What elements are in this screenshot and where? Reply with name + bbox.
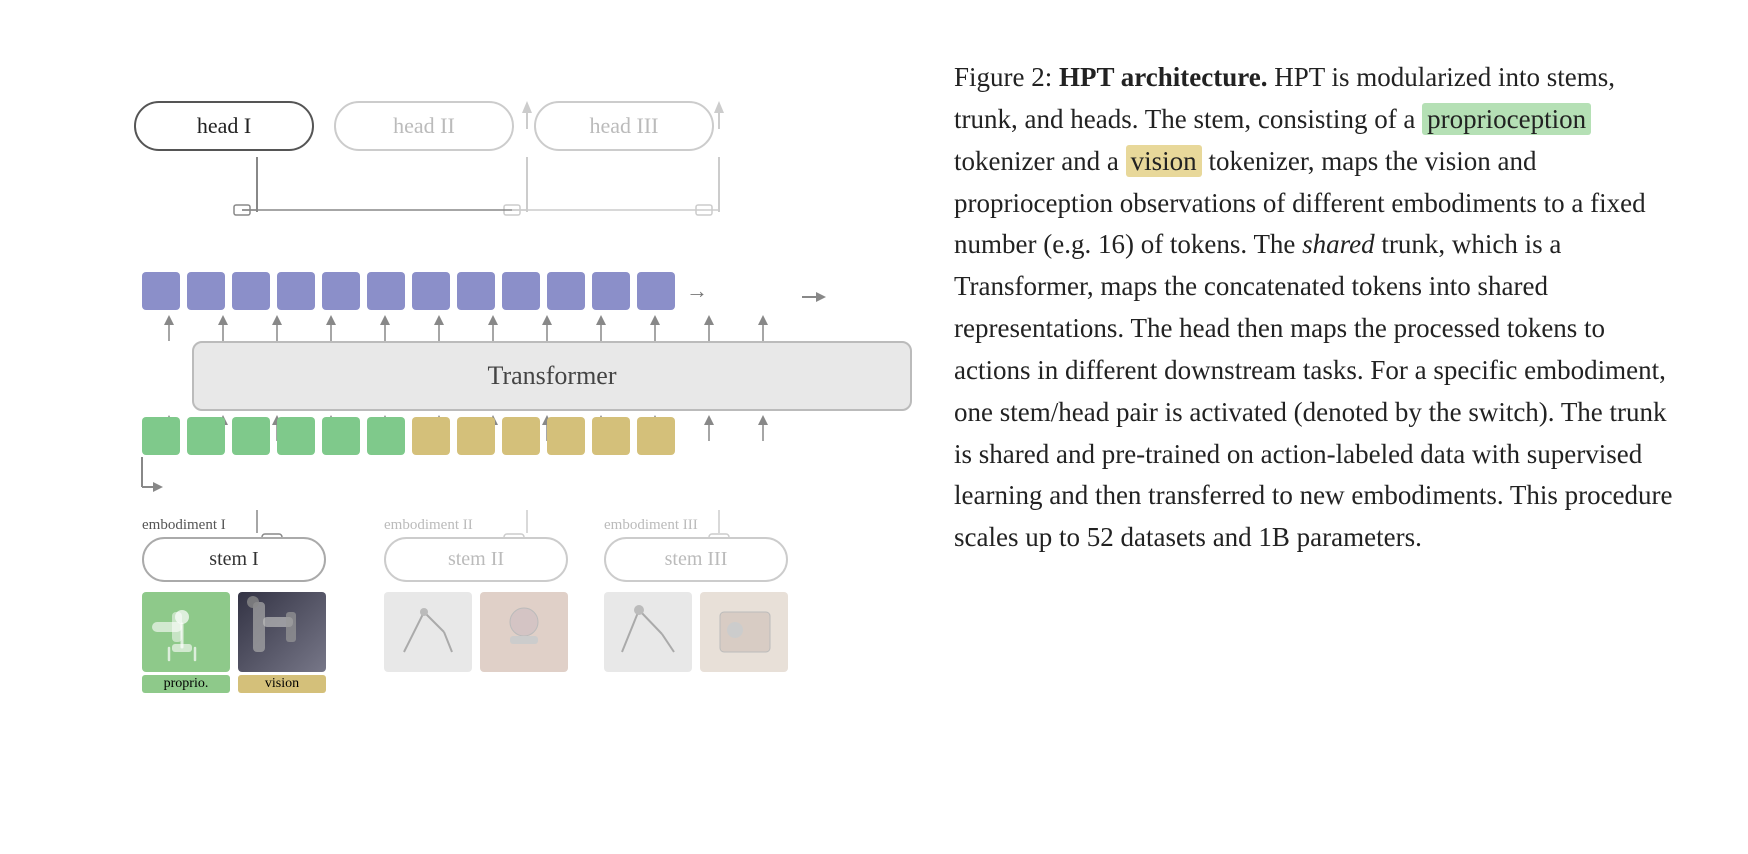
embodiment-2-thumbs <box>384 592 568 672</box>
embodiment-3-label: embodiment III <box>604 517 698 534</box>
highlight-vision: vision <box>1126 145 1202 177</box>
tokens-right-arrow: → <box>686 278 708 304</box>
token-purple-3 <box>232 272 270 310</box>
stem-3-label: stem III <box>665 548 728 570</box>
transformer-label: Transformer <box>487 361 616 390</box>
token-purple-4 <box>277 272 315 310</box>
transformer-box: Transformer <box>192 341 912 411</box>
token-purple-1 <box>142 272 180 310</box>
thumb-2-label: vision <box>238 675 326 693</box>
token-purple-10 <box>547 272 585 310</box>
token-green-4 <box>277 417 315 455</box>
caption-text2: tokenizer and a <box>954 146 1126 176</box>
thumb-robot-photo <box>238 592 326 672</box>
thumb-emb3-1 <box>604 592 692 672</box>
embodiment-3-thumbs <box>604 592 788 672</box>
head-3-box: head III <box>534 101 714 151</box>
thumb-1-label: proprio. <box>142 675 230 693</box>
token-green-3 <box>232 417 270 455</box>
token-purple-2 <box>187 272 225 310</box>
head-3-label: head III <box>589 113 658 138</box>
token-tan-2 <box>457 417 495 455</box>
caption-text4: trunk, which is a Transformer, maps the … <box>954 229 1673 552</box>
thumb-robot-arm <box>142 592 230 672</box>
caption-figure-num: Figure 2: <box>954 62 1052 92</box>
token-green-1 <box>142 417 180 455</box>
token-tan-4 <box>547 417 585 455</box>
head-1-label: head I <box>197 113 251 138</box>
token-purple-9 <box>502 272 540 310</box>
token-tan-5 <box>592 417 630 455</box>
stem-3-box: stem III <box>604 537 788 582</box>
embodiment-2-header: embodiment II <box>384 517 568 534</box>
token-purple-8 <box>457 272 495 310</box>
token-purple-7 <box>412 272 450 310</box>
head-2-label: head II <box>393 113 455 138</box>
embodiment-1-header: embodiment I <box>142 517 326 534</box>
caption-panel: Figure 2: HPT architecture. HPT is modul… <box>954 57 1674 559</box>
head-2-box: head II <box>334 101 514 151</box>
token-green-2 <box>187 417 225 455</box>
embodiment-1-thumbs: proprio. vision <box>142 592 326 693</box>
caption-italic: shared <box>1302 229 1375 259</box>
head-1-box: head I <box>134 101 314 151</box>
token-purple-12 <box>637 272 675 310</box>
token-tan-6 <box>637 417 675 455</box>
embodiment-1-label: embodiment I <box>142 517 226 534</box>
token-purple-11 <box>592 272 630 310</box>
stem-1-label: stem I <box>209 548 258 570</box>
token-tan-3 <box>502 417 540 455</box>
stem-2-label: stem II <box>448 548 504 570</box>
stem-2-box: stem II <box>384 537 568 582</box>
embodiment-3-header: embodiment III <box>604 517 788 534</box>
thumb-emb3-2 <box>700 592 788 672</box>
stem-1-box: stem I <box>142 537 326 582</box>
token-tan-1 <box>412 417 450 455</box>
token-green-5 <box>322 417 360 455</box>
diagram: head I head II head III <box>74 57 894 807</box>
thumb-emb2-2 <box>480 592 568 672</box>
thumb-emb2-1 <box>384 592 472 672</box>
token-purple-5 <box>322 272 360 310</box>
token-green-6 <box>367 417 405 455</box>
caption-bold: HPT architecture. <box>1059 62 1267 92</box>
embodiment-2-label: embodiment II <box>384 517 473 534</box>
token-purple-6 <box>367 272 405 310</box>
highlight-proprioception: proprioception <box>1422 103 1591 135</box>
